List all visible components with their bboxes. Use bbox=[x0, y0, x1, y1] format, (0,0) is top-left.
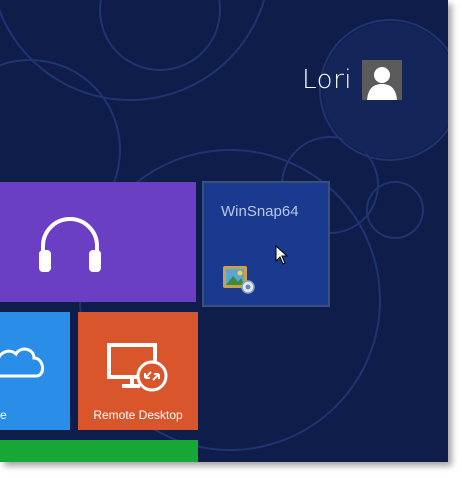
tile-music[interactable] bbox=[0, 182, 196, 302]
mouse-pointer-icon bbox=[275, 244, 289, 270]
tile-skydrive[interactable]: ve bbox=[0, 312, 70, 430]
tile-winsnap64-label: WinSnap64 bbox=[221, 203, 299, 220]
user-name: Lori bbox=[302, 65, 352, 95]
tile-remote-desktop[interactable]: Remote Desktop bbox=[78, 312, 198, 430]
user-account[interactable]: Lori bbox=[302, 60, 402, 100]
screenshot-frame: Lori WinSnap64 e Remote Desktop bbox=[0, 0, 464, 478]
tile-remote-desktop-label: Remote Desktop bbox=[93, 408, 183, 422]
remote-desktop-icon bbox=[106, 340, 170, 401]
cloud-icon bbox=[0, 342, 50, 387]
start-screen: Lori WinSnap64 e Remote Desktop bbox=[0, 0, 448, 462]
tile-winsnap64[interactable]: WinSnap64 bbox=[202, 181, 330, 307]
winsnap-app-icon bbox=[222, 265, 256, 300]
tile-skydrive-label: ve bbox=[0, 408, 7, 422]
tile-green[interactable] bbox=[0, 440, 198, 462]
headphones-icon bbox=[35, 214, 105, 279]
user-avatar-icon bbox=[362, 60, 402, 100]
